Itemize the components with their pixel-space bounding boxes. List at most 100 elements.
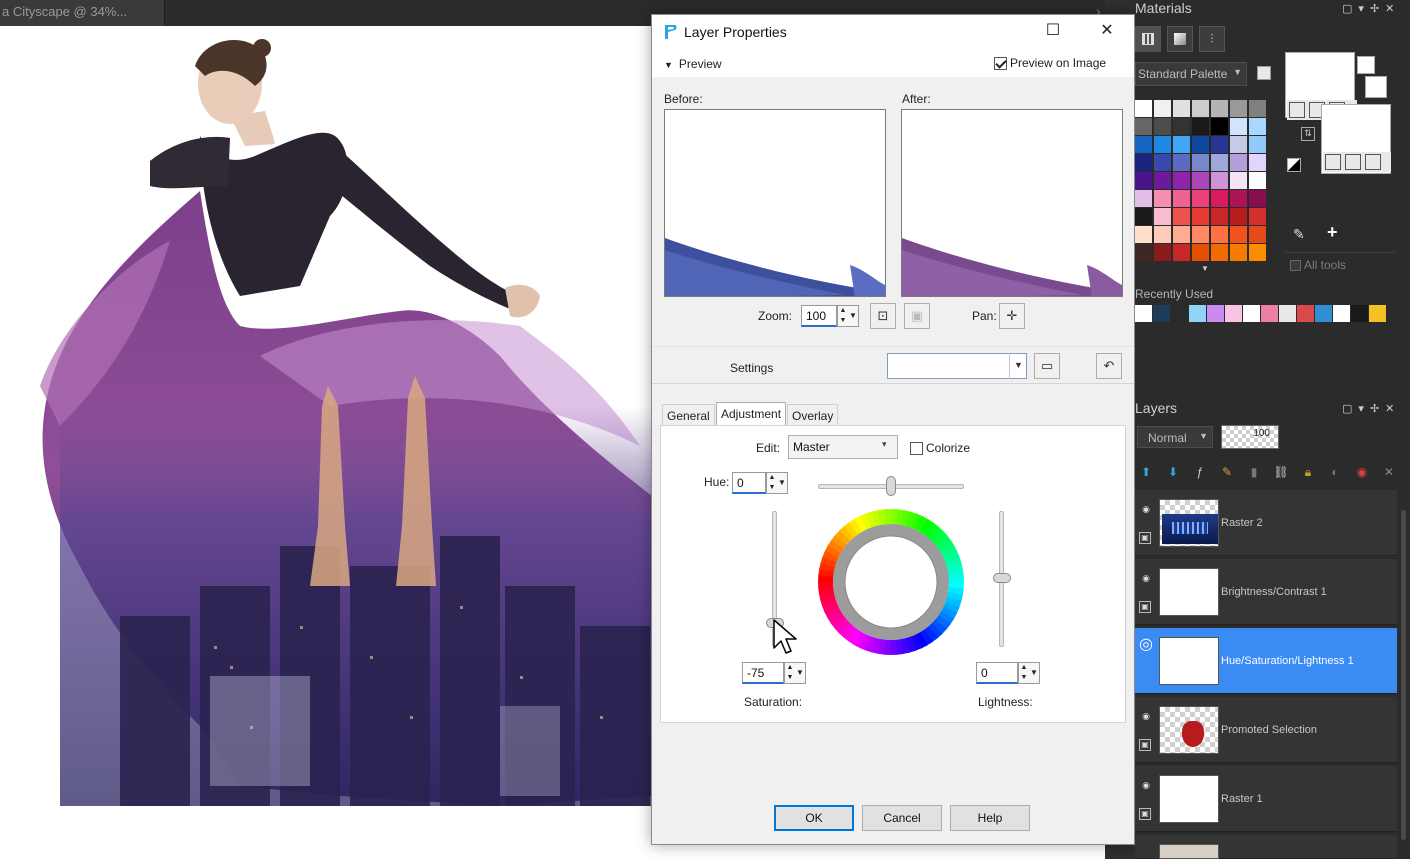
layer-row[interactable] xyxy=(1135,835,1397,859)
background-small-swatch[interactable] xyxy=(1365,76,1387,98)
palette-swatch[interactable] xyxy=(1230,172,1247,189)
zoom-actual-button[interactable]: ▣ xyxy=(904,303,930,329)
saturation-spinner[interactable]: ▲ ▼ ▼ xyxy=(784,662,806,684)
palette-swatch[interactable] xyxy=(1135,154,1152,171)
palette-swatch[interactable] xyxy=(1135,136,1152,153)
recent-color-swatch[interactable] xyxy=(1351,305,1368,322)
mask-icon[interactable]: ▮ xyxy=(1246,464,1262,480)
palette-swatch[interactable] xyxy=(1249,118,1266,135)
palette-swatch[interactable] xyxy=(1192,208,1209,225)
recent-color-swatch[interactable] xyxy=(1333,305,1350,322)
palette-swatch[interactable] xyxy=(1249,190,1266,207)
palette-swatch[interactable] xyxy=(1135,100,1152,117)
checkbox-checked-icon[interactable] xyxy=(994,56,1007,70)
preview-on-image-checkbox[interactable]: Preview on Image xyxy=(994,56,1106,70)
checkbox-unchecked-icon[interactable] xyxy=(910,441,923,455)
pin-icon[interactable]: ✢ xyxy=(1370,403,1385,415)
visibility-eye-icon[interactable]: ◉ xyxy=(1139,502,1153,516)
hue-slider-thumb[interactable] xyxy=(886,476,896,496)
palette-swatch[interactable] xyxy=(1230,118,1247,135)
palette-swatch[interactable] xyxy=(1135,172,1152,189)
checkbox-unchecked-icon[interactable] xyxy=(1290,259,1301,271)
hue-input[interactable]: 0 xyxy=(732,472,766,494)
palette-swatch[interactable] xyxy=(1249,208,1266,225)
palette-swatch[interactable] xyxy=(1154,226,1171,243)
palette-swatch[interactable] xyxy=(1230,154,1247,171)
layer-row[interactable]: ◎ Hue/Saturation/Lightness 1 xyxy=(1135,628,1397,694)
dropdown-arrow-icon[interactable]: ▼ xyxy=(795,663,805,683)
dropdown-arrow-icon[interactable]: ▼ xyxy=(848,306,858,326)
new-adjustment-layer-icon[interactable]: ƒ xyxy=(1192,464,1208,480)
palette-swatch[interactable] xyxy=(1154,136,1171,153)
materials-panel-controls[interactable]: ▢▾✢✕ xyxy=(1342,2,1400,15)
all-tools-checkbox[interactable]: All tools xyxy=(1290,258,1346,272)
palette-swatch[interactable] xyxy=(1192,154,1209,171)
lightness-spinner[interactable]: ▲ ▼ ▼ xyxy=(1018,662,1040,684)
palette-swatch[interactable] xyxy=(1192,100,1209,117)
spin-down-icon[interactable]: ▼ xyxy=(785,673,795,683)
palette-scroll-icon[interactable]: ▼ xyxy=(1201,264,1209,273)
palette-swatch[interactable] xyxy=(1249,136,1266,153)
palette-swatch[interactable] xyxy=(1211,190,1228,207)
palette-swatch[interactable] xyxy=(1173,118,1190,135)
reset-button[interactable]: ↶ xyxy=(1096,353,1122,379)
chevron-down-icon[interactable]: ▾ xyxy=(882,439,887,450)
palette-swatch[interactable] xyxy=(1135,118,1152,135)
recent-color-swatch[interactable] xyxy=(1171,305,1188,322)
zoom-spinner[interactable]: ▲ ▼ ▼ xyxy=(837,305,859,327)
pan-button[interactable]: ✛ xyxy=(999,303,1025,329)
recent-color-swatch[interactable] xyxy=(1153,305,1170,322)
gradient-mode-icon[interactable] xyxy=(1345,154,1361,170)
layers-scroll-thumb[interactable] xyxy=(1401,510,1406,840)
palette-swatch[interactable] xyxy=(1154,100,1171,117)
palette-swatch[interactable] xyxy=(1249,226,1266,243)
settings-dropdown[interactable] xyxy=(887,353,1027,379)
sliders-tab-button[interactable]: ⫶ xyxy=(1199,26,1225,52)
palette-dropdown[interactable]: Standard Palette ▼ xyxy=(1135,62,1247,86)
foreground-small-swatch[interactable] xyxy=(1357,56,1375,74)
layer-row[interactable]: ◉ ▣ Raster 1 xyxy=(1135,766,1397,832)
palette-swatch[interactable] xyxy=(1211,172,1228,189)
palette-swatch[interactable] xyxy=(1249,172,1266,189)
layer-row[interactable]: ◉ ▣ Promoted Selection xyxy=(1135,697,1397,763)
recent-color-swatch[interactable] xyxy=(1315,305,1332,322)
recent-color-swatch[interactable] xyxy=(1261,305,1278,322)
blend-ranges-icon[interactable]: ◐ xyxy=(1327,464,1343,480)
palette-swatch[interactable] xyxy=(1135,190,1152,207)
visibility-eye-icon[interactable]: ◉ xyxy=(1139,778,1153,792)
visibility-eye-icon[interactable]: ◉ xyxy=(1139,571,1153,585)
frame-tab-button[interactable] xyxy=(1135,26,1161,52)
hue-color-wheel[interactable] xyxy=(818,509,964,655)
recent-color-swatch[interactable] xyxy=(1279,305,1296,322)
palette-swatch[interactable] xyxy=(1173,100,1190,117)
color-mode-icon[interactable] xyxy=(1325,154,1341,170)
palette-swatch[interactable] xyxy=(1154,190,1171,207)
palette-swatch[interactable] xyxy=(1249,100,1266,117)
recent-color-swatch[interactable] xyxy=(1135,305,1152,322)
palette-swatch[interactable] xyxy=(1154,118,1171,135)
palette-swatch[interactable] xyxy=(1230,136,1247,153)
palette-swatch[interactable] xyxy=(1211,154,1228,171)
ok-button[interactable]: OK xyxy=(774,805,854,831)
before-preview[interactable] xyxy=(664,109,886,297)
layer-row[interactable]: ◉ ▣ Brightness/Contrast 1 xyxy=(1135,559,1397,625)
swap-colors-icon[interactable]: ⇅ xyxy=(1301,127,1315,141)
spin-down-icon[interactable]: ▼ xyxy=(838,316,848,326)
palette-options-icon[interactable] xyxy=(1257,66,1271,80)
close-icon[interactable]: ✕ xyxy=(1385,3,1400,15)
palette-swatch[interactable] xyxy=(1230,100,1247,117)
palette-swatch[interactable] xyxy=(1192,244,1209,261)
eyedropper-icon[interactable]: ✎ xyxy=(1293,226,1305,243)
palette-swatch[interactable] xyxy=(1173,226,1190,243)
chevron-down-icon[interactable]: ▼ xyxy=(1009,353,1027,379)
zoom-fit-button[interactable]: ⊡ xyxy=(870,303,896,329)
recent-color-swatch[interactable] xyxy=(1225,305,1242,322)
spin-up-icon[interactable]: ▲ xyxy=(838,306,848,316)
visibility-toggle-icon[interactable]: ◉ xyxy=(1354,464,1370,480)
restore-icon[interactable]: ▢ xyxy=(1342,403,1358,415)
save-preset-button[interactable]: ▭ xyxy=(1034,353,1060,379)
document-tab[interactable]: a Cityscape @ 34%... xyxy=(0,0,165,26)
dropdown-arrow-icon[interactable]: ▼ xyxy=(777,473,787,493)
tab-overlay[interactable]: Overlay xyxy=(787,404,839,426)
pin-icon[interactable]: ✢ xyxy=(1370,3,1385,15)
